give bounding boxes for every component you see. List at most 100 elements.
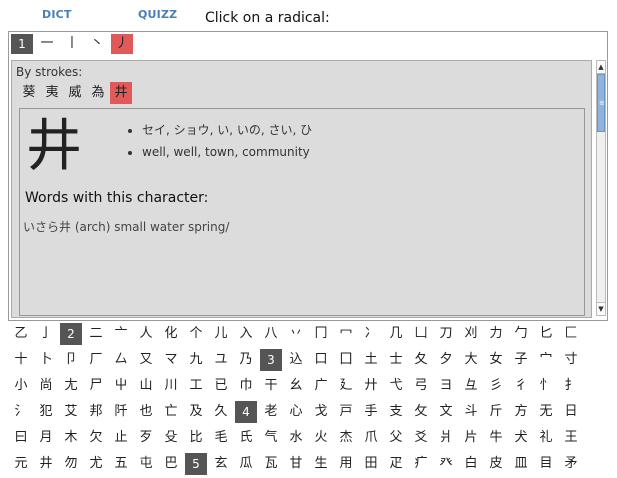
radical-item[interactable]: 尸 <box>85 375 107 397</box>
radical-item[interactable]: 冖 <box>335 323 357 345</box>
radical-item[interactable]: 玄 <box>210 453 232 475</box>
nav-dict-link[interactable]: DICT <box>42 8 72 21</box>
radical-item[interactable]: 寸 <box>560 349 582 371</box>
radical-item[interactable]: 扌 <box>560 375 582 397</box>
radical-item[interactable]: 父 <box>385 427 407 449</box>
radical-item[interactable]: 氵 <box>10 401 32 423</box>
radical-item[interactable]: 毛 <box>210 427 232 449</box>
radical-item[interactable]: 几 <box>385 323 407 345</box>
radical-item[interactable]: 氏 <box>235 427 257 449</box>
radical-item[interactable]: 久 <box>210 401 232 423</box>
radical-item[interactable]: 欠 <box>85 427 107 449</box>
radical-item[interactable]: 癶 <box>435 453 457 475</box>
radical-item[interactable]: 儿 <box>210 323 232 345</box>
radical-item[interactable]: 比 <box>185 427 207 449</box>
radical-item[interactable]: 勹 <box>510 323 532 345</box>
radical-item[interactable]: 殳 <box>160 427 182 449</box>
radical-item[interactable]: 宀 <box>535 349 557 371</box>
candidate-kanji[interactable]: 葵 <box>18 82 40 104</box>
radical-item[interactable]: 凵 <box>410 323 432 345</box>
radical-item[interactable]: 也 <box>135 401 157 423</box>
radical-item[interactable]: 广 <box>310 375 332 397</box>
radical-item[interactable]: 刀 <box>435 323 457 345</box>
radical-item[interactable]: 夕 <box>435 349 457 371</box>
radical-item[interactable]: 爻 <box>410 427 432 449</box>
radical-item[interactable]: 戸 <box>335 401 357 423</box>
word-entry[interactable]: いさら井 (arch) small water spring/ <box>23 218 229 235</box>
radical-item[interactable]: 邦 <box>85 401 107 423</box>
radical-item[interactable]: 心 <box>285 401 307 423</box>
radical-item[interactable]: 已 <box>210 375 232 397</box>
radical-item[interactable]: 生 <box>310 453 332 475</box>
radical-item[interactable]: 卜 <box>35 349 57 371</box>
panel-scrollbar[interactable]: ▲ ≡ ▼ <box>596 60 606 316</box>
radical-item[interactable]: 及 <box>185 401 207 423</box>
radical-item[interactable]: 火 <box>310 427 332 449</box>
radical-item[interactable]: 幺 <box>285 375 307 397</box>
candidate-kanji[interactable]: 夷 <box>41 82 63 104</box>
radical-item[interactable]: 皮 <box>485 453 507 475</box>
radical-item[interactable]: 田 <box>360 453 382 475</box>
radical-item[interactable]: 艾 <box>60 401 82 423</box>
radical-item[interactable]: 亡 <box>160 401 182 423</box>
selected-candidate-kanji[interactable]: 井 <box>110 82 132 104</box>
radical-item[interactable]: 水 <box>285 427 307 449</box>
radical-item[interactable]: 元 <box>10 453 32 475</box>
radical-item[interactable]: 乙 <box>10 323 32 345</box>
radical-item[interactable]: 目 <box>535 453 557 475</box>
scroll-up-arrow-icon[interactable]: ▲ <box>597 61 605 74</box>
radical-item[interactable]: 犯 <box>35 401 57 423</box>
radical-item[interactable]: 士 <box>385 349 407 371</box>
candidate-kanji[interactable]: 為 <box>87 82 109 104</box>
radical-item[interactable]: 支 <box>385 401 407 423</box>
nav-quizz-link[interactable]: QUIZZ <box>138 8 177 21</box>
scroll-down-arrow-icon[interactable]: ▼ <box>597 302 605 315</box>
radical-item[interactable]: 巴 <box>160 453 182 475</box>
radical-item[interactable]: 匚 <box>560 323 582 345</box>
radical-item[interactable]: 屮 <box>110 375 132 397</box>
radical-item[interactable]: 彳 <box>510 375 532 397</box>
radical-item[interactable]: 弋 <box>385 375 407 397</box>
radical-item[interactable]: ヨ <box>435 375 457 397</box>
radical-item[interactable]: 忄 <box>535 375 557 397</box>
radical-item[interactable]: 彡 <box>485 375 507 397</box>
radical-item[interactable]: 丶 <box>86 34 108 54</box>
radical-item[interactable]: 十 <box>10 349 32 371</box>
radical-item[interactable]: 丨 <box>61 34 83 54</box>
radical-item[interactable]: 勿 <box>60 453 82 475</box>
radical-item[interactable]: 小 <box>10 375 32 397</box>
radical-item[interactable]: 匕 <box>535 323 557 345</box>
radical-item[interactable]: 亅 <box>35 323 57 345</box>
radical-item[interactable]: 五 <box>110 453 132 475</box>
radical-item[interactable]: 木 <box>60 427 82 449</box>
radical-item[interactable]: 片 <box>460 427 482 449</box>
radical-item[interactable]: 阡 <box>110 401 132 423</box>
radical-item[interactable]: 九 <box>185 349 207 371</box>
radical-item[interactable]: 大 <box>460 349 482 371</box>
radical-item[interactable]: 用 <box>335 453 357 475</box>
radical-item[interactable]: 冫 <box>360 323 382 345</box>
radical-item[interactable]: 皿 <box>510 453 532 475</box>
radical-item[interactable]: ユ <box>210 349 232 371</box>
radical-item[interactable]: 廾 <box>360 375 382 397</box>
radical-item[interactable]: 乃 <box>235 349 257 371</box>
radical-item[interactable]: 力 <box>485 323 507 345</box>
radical-item[interactable]: 井 <box>35 453 57 475</box>
radical-item[interactable]: 牛 <box>485 427 507 449</box>
radical-item[interactable]: 廴 <box>335 375 357 397</box>
radical-item[interactable]: 彑 <box>460 375 482 397</box>
radical-item[interactable]: 尚 <box>35 375 57 397</box>
radical-item[interactable]: 川 <box>160 375 182 397</box>
radical-item[interactable]: 屯 <box>135 453 157 475</box>
radical-item[interactable]: 尤 <box>85 453 107 475</box>
radical-item[interactable]: 又 <box>135 349 157 371</box>
radical-item[interactable]: 月 <box>35 427 57 449</box>
radical-item[interactable]: 瓦 <box>260 453 282 475</box>
selected-radical[interactable]: 丿 <box>111 34 133 54</box>
radical-item[interactable]: 疒 <box>410 453 432 475</box>
radical-item[interactable]: 白 <box>460 453 482 475</box>
radical-item[interactable]: 老 <box>260 401 282 423</box>
radical-item[interactable]: 入 <box>235 323 257 345</box>
radical-item[interactable]: 丷 <box>285 323 307 345</box>
radical-item[interactable]: 王 <box>560 427 582 449</box>
